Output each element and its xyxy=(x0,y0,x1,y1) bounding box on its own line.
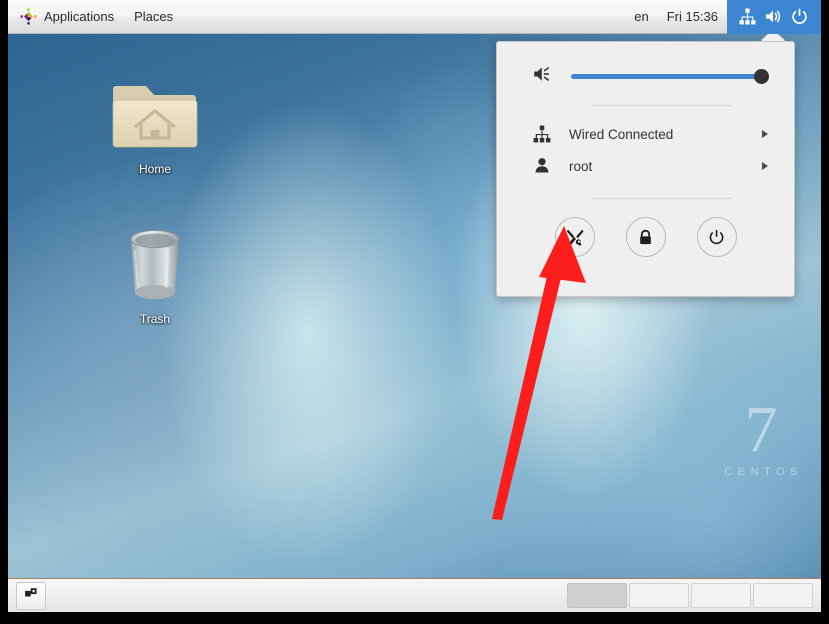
clock[interactable]: Fri 15:36 xyxy=(658,9,727,24)
menu-item-wired-connected[interactable]: Wired Connected xyxy=(497,118,794,150)
chevron-right-icon[interactable] xyxy=(762,162,768,170)
menu-item-user-root[interactable]: root xyxy=(497,150,794,182)
action-buttons-row xyxy=(497,199,794,257)
power-icon xyxy=(791,8,808,25)
top-panel: Applications Places en Fri 15:36 xyxy=(8,0,821,34)
bottom-panel xyxy=(8,578,821,612)
panel-right-area: en Fri 15:36 xyxy=(625,0,821,34)
power-icon xyxy=(707,228,726,247)
menu-item-user-root-label: root xyxy=(569,158,593,174)
menu-applications-label: Applications xyxy=(44,9,115,24)
centos-watermark: 7 CENTOS xyxy=(719,393,803,479)
volume-icon xyxy=(765,8,782,25)
workspace-3[interactable] xyxy=(691,583,751,608)
menu-places-label: Places xyxy=(134,9,174,24)
menu-places[interactable]: Places xyxy=(124,0,183,34)
keyboard-layout-indicator[interactable]: en xyxy=(625,9,657,24)
user-icon xyxy=(533,157,551,175)
volume-icon xyxy=(533,64,571,89)
settings-tools-icon xyxy=(565,227,585,247)
desktop-icon-trash[interactable]: Trash xyxy=(105,222,205,326)
lock-icon xyxy=(636,228,655,247)
show-desktop-icon xyxy=(24,586,39,606)
network-wired-icon xyxy=(739,8,756,25)
trash-can-icon xyxy=(105,222,205,308)
power-button[interactable] xyxy=(696,217,737,257)
system-status-area[interactable] xyxy=(727,0,821,34)
lock-button[interactable] xyxy=(625,217,666,257)
home-folder-icon xyxy=(105,72,205,158)
volume-slider[interactable] xyxy=(571,68,769,86)
screen: Applications Places en Fri 15:36 7 CENTO… xyxy=(0,0,829,624)
settings-button[interactable] xyxy=(554,217,595,257)
network-wired-icon xyxy=(533,125,551,143)
watermark-version: 7 xyxy=(744,393,778,466)
desktop-frame: Applications Places en Fri 15:36 7 CENTO… xyxy=(8,0,821,612)
volume-slider-handle[interactable] xyxy=(754,68,769,84)
workspace-4[interactable] xyxy=(753,583,813,608)
desktop-icon-home-label: Home xyxy=(138,162,171,176)
watermark-name: CENTOS xyxy=(724,466,803,478)
workspace-switcher xyxy=(567,583,813,608)
desktop-icon-home[interactable]: Home xyxy=(105,72,205,176)
separator-top xyxy=(592,105,732,106)
volume-row xyxy=(497,42,794,89)
volume-slider-track xyxy=(571,74,768,79)
workspace-1[interactable] xyxy=(567,583,627,608)
desktop-icon-trash-label: Trash xyxy=(139,312,171,326)
workspace-2[interactable] xyxy=(629,583,689,608)
centos-logo-icon xyxy=(20,8,37,25)
show-desktop-button[interactable] xyxy=(16,581,46,610)
system-menu-popup: Wired Connected root xyxy=(496,41,795,297)
menu-applications[interactable]: Applications xyxy=(8,0,124,34)
chevron-right-icon[interactable] xyxy=(762,130,768,138)
menu-item-wired-connected-label: Wired Connected xyxy=(569,126,674,142)
